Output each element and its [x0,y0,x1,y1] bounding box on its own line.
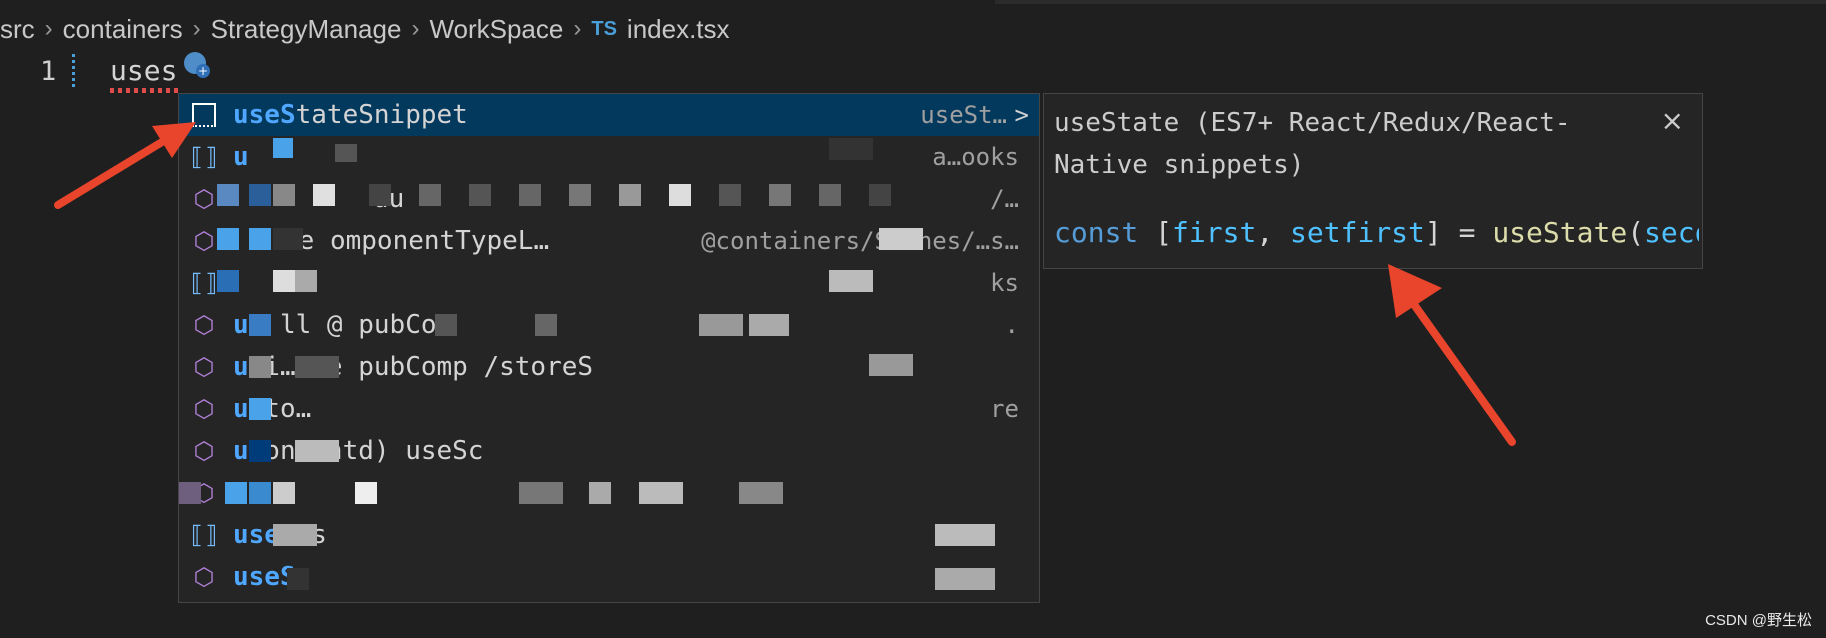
annotation-arrows [54,122,1516,446]
arrow-right-annotation [1388,264,1516,446]
arrow-left-annotation [54,122,196,209]
watermark: CSDN @野生松 [1705,612,1812,629]
